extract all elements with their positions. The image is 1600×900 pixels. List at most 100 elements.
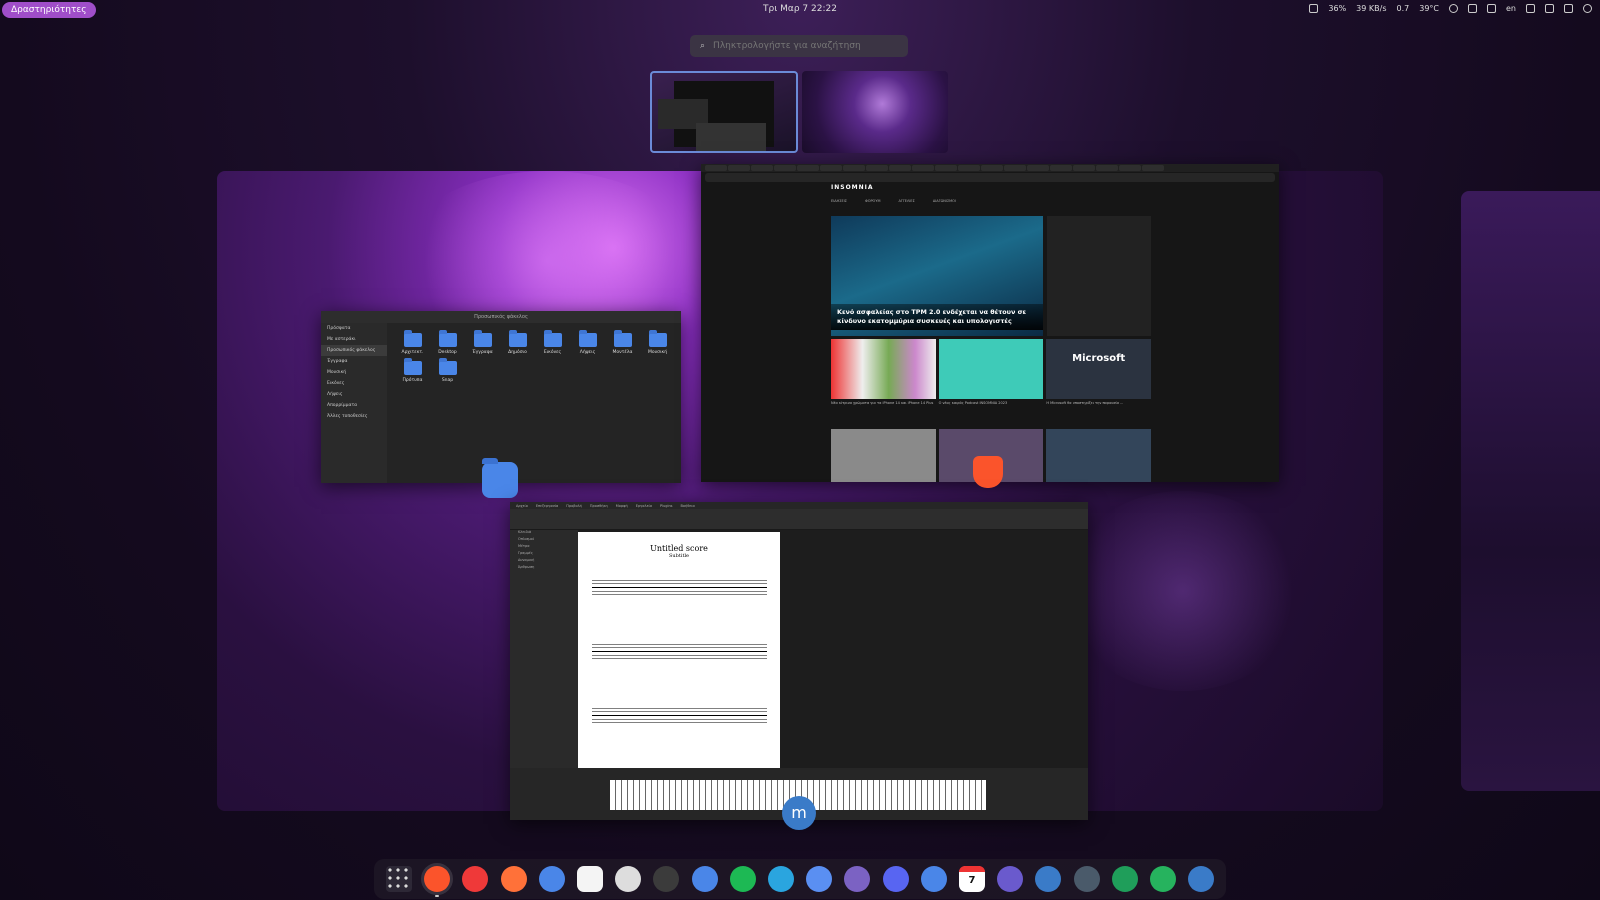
menu-item[interactable]: Αρχείο (516, 504, 528, 508)
brave-browser-window[interactable]: INSOMNIA ΕΙΔΗΣΕΙΣ ΦΟΡΟΥΜ ΑΓΓΕΛΙΕΣ ΔΙΑΓΩΝ… (701, 164, 1279, 482)
palette-item[interactable]: Γραμμές (510, 551, 578, 558)
mail-icon[interactable] (920, 866, 947, 892)
headset-icon[interactable] (1111, 866, 1138, 892)
menu-item[interactable]: Εργαλεία (636, 504, 652, 508)
palette-item[interactable]: Άρθρωση (510, 565, 578, 572)
article-caption[interactable]: Ο νέος καιρός Podcast INSOMNIA 2023 (939, 401, 1044, 405)
discord-icon[interactable] (882, 866, 909, 892)
files-sidebar-item[interactable]: Με αστεράκι (321, 334, 387, 345)
spotify-icon[interactable] (729, 866, 756, 892)
staff-system[interactable] (592, 644, 767, 662)
browser-tab[interactable] (820, 165, 842, 171)
palette-item[interactable]: Μέτρα (510, 544, 578, 551)
clock[interactable]: Τρι Μαρ 7 22:22 (763, 4, 837, 14)
article-thumb-iphone[interactable] (831, 339, 936, 399)
files-icon[interactable] (538, 866, 565, 892)
note-input-toolbar[interactable] (510, 509, 1088, 530)
browser-tab[interactable] (1119, 165, 1141, 171)
files-sidebar-item[interactable]: Λήψεις (321, 389, 387, 400)
folder-item[interactable]: Μουσική (640, 330, 675, 355)
article-caption[interactable]: Η Microsoft θα υποστηρίξει την παρουσία … (1046, 401, 1151, 405)
site-nav-item[interactable]: ΔΙΑΓΩΝΙΣΜΟΙ (933, 199, 956, 203)
browser-tab[interactable] (843, 165, 865, 171)
article-thumb-podcast[interactable] (938, 339, 1044, 399)
palette-item[interactable]: Οπλισμοί (510, 537, 578, 544)
folder-item[interactable]: Desktop (430, 330, 465, 355)
browser-tab[interactable] (1050, 165, 1072, 171)
vivaldi-icon[interactable] (462, 866, 489, 892)
power-icon[interactable] (1583, 4, 1592, 13)
musescore-icon[interactable] (1035, 866, 1062, 892)
calendar-icon[interactable]: 7 (959, 866, 985, 892)
score-page[interactable]: Untitled score Subtitle (578, 532, 780, 768)
folder-item[interactable]: Αρχιτεκτ. (395, 330, 430, 355)
browser-tab[interactable] (981, 165, 1003, 171)
folder-item[interactable]: Πρότυπα (395, 358, 430, 383)
browser-tab[interactable] (705, 165, 727, 171)
terminal-icon[interactable] (653, 866, 680, 892)
grammar-icon[interactable] (997, 866, 1024, 892)
score-title[interactable]: Untitled score (578, 544, 780, 553)
score-subtitle[interactable]: Subtitle (578, 553, 780, 559)
search-input[interactable] (711, 40, 896, 52)
menu-item[interactable]: Επεξεργασία (536, 504, 558, 508)
gimp-icon[interactable] (615, 866, 642, 892)
menu-item[interactable]: Προβολή (566, 504, 582, 508)
folder-item[interactable]: Έγγραφα (465, 330, 500, 355)
staff-system[interactable] (592, 580, 767, 598)
volume-icon[interactable] (1564, 4, 1573, 13)
site-nav-item[interactable]: ΑΓΓΕΛΙΕΣ (898, 199, 914, 203)
browser-tab[interactable] (1142, 165, 1164, 171)
article-thumb[interactable] (1046, 429, 1152, 482)
workspace-thumbnail-1[interactable] (650, 71, 798, 153)
keyboard-layout[interactable]: en (1506, 4, 1516, 13)
browser-tab[interactable] (889, 165, 911, 171)
browser-tab[interactable] (935, 165, 957, 171)
article-thumb[interactable] (831, 429, 936, 482)
musescore-window[interactable]: Αρχείο Επεξεργασία Προβολή Προσθήκη Μορφ… (510, 502, 1088, 820)
folder-item[interactable]: Μοντέλα (605, 330, 640, 355)
menu-item[interactable]: Μορφή (616, 504, 628, 508)
overview-search[interactable]: ⌕ (690, 35, 908, 57)
palette-item[interactable]: Δυναμική (510, 558, 578, 565)
files-sidebar-item[interactable]: Απορρίμματα (321, 400, 387, 411)
menu-item[interactable]: Βοήθεια (681, 504, 695, 508)
toggle-icon[interactable] (1188, 866, 1215, 892)
menu-item[interactable]: Προσθήκη (590, 504, 608, 508)
folder-item[interactable]: Δημόσιο (500, 330, 535, 355)
status-circle-icon[interactable] (1449, 4, 1458, 13)
browser-tab[interactable] (1073, 165, 1095, 171)
browser-tab[interactable] (866, 165, 888, 171)
files-sidebar-item[interactable]: Έγγραφα (321, 356, 387, 367)
files-sidebar-item[interactable]: Προσωπικός φάκελος (321, 345, 387, 356)
address-bar[interactable] (705, 173, 1275, 182)
viber-icon[interactable] (844, 866, 871, 892)
browser-tab[interactable] (1096, 165, 1118, 171)
browser-tab[interactable] (1027, 165, 1049, 171)
browser-tab[interactable] (797, 165, 819, 171)
site-nav-item[interactable]: ΕΙΔΗΣΕΙΣ (831, 199, 847, 203)
files-sidebar-item[interactable]: Πρόσφατα (321, 323, 387, 334)
brave-icon[interactable] (421, 863, 454, 895)
site-logo[interactable]: INSOMNIA (831, 184, 1151, 191)
article-caption[interactable]: Νέα κίτρινα χρώματα για τα iPhone 14 και… (831, 401, 936, 405)
menu-item[interactable]: Plugins (660, 504, 673, 508)
browser-tab[interactable] (958, 165, 980, 171)
messenger-icon[interactable] (806, 866, 833, 892)
browser-tab[interactable] (774, 165, 796, 171)
vpn-icon[interactable] (1150, 866, 1176, 892)
translate-icon[interactable] (1073, 866, 1100, 892)
article-thumb-microsoft[interactable]: Microsoft (1046, 339, 1152, 399)
files-sidebar-item[interactable]: Άλλες τοποθεσίες (321, 411, 387, 422)
display-icon[interactable] (1545, 4, 1554, 13)
screen-icon[interactable] (1526, 4, 1535, 13)
folder-item[interactable]: Λήψεις (570, 330, 605, 355)
text-editor-icon[interactable] (577, 866, 603, 892)
browser-tab[interactable] (728, 165, 750, 171)
files-sidebar-item[interactable]: Εικόνες (321, 378, 387, 389)
workspace-thumbnail-2[interactable] (802, 71, 948, 153)
browser-tab[interactable] (751, 165, 773, 171)
activities-button[interactable]: Δραστηριότητες (2, 2, 96, 18)
telegram-icon[interactable] (768, 866, 794, 892)
palette-item[interactable]: Κλειδιά (510, 530, 578, 537)
